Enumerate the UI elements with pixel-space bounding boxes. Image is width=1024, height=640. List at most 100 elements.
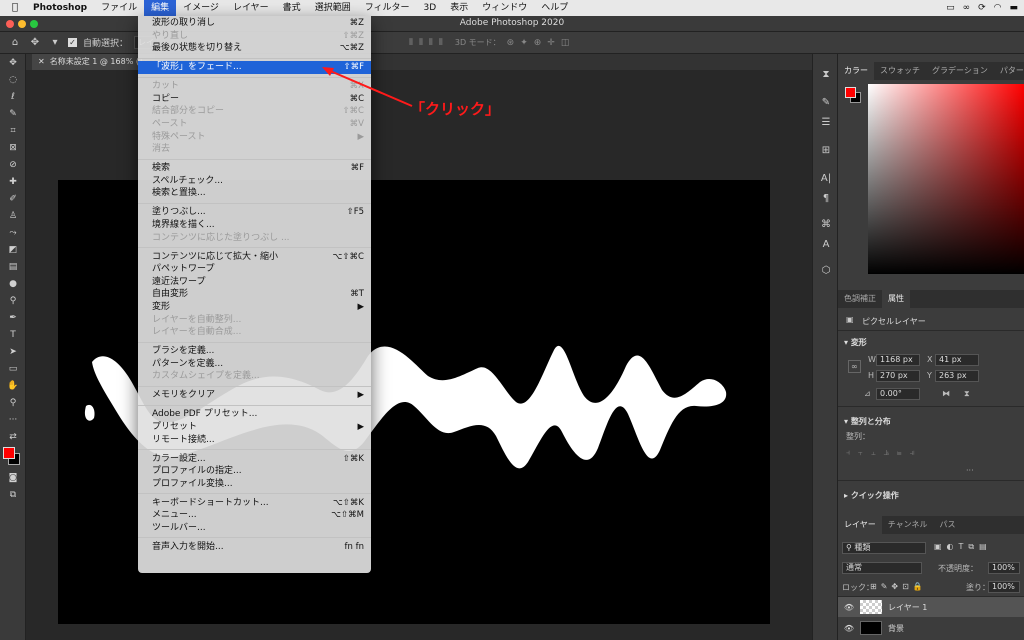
menu-item[interactable]: 最後の状態を切り替え ⌥⌘Z (138, 42, 371, 55)
visibility-eye-icon[interactable]: 👁 (838, 603, 860, 612)
menu-item[interactable]: プロファイル変換... (138, 478, 371, 491)
quick-select-tool-icon[interactable]: ✎ (0, 105, 26, 122)
menu-item[interactable]: 遠近法ワープ (138, 276, 371, 289)
layer-filter-icons[interactable]: ▣◐T⧉▤ (934, 542, 992, 552)
crop-tool-icon[interactable]: ⌗ (0, 122, 26, 139)
pen-tool-icon[interactable]: ✒ (0, 309, 26, 326)
more-tools-icon[interactable]: ··· (0, 411, 26, 428)
shape-tool-icon[interactable]: ▭ (0, 360, 26, 377)
quick-mask-icon[interactable]: ◙ (0, 469, 26, 486)
color-swatches[interactable] (0, 445, 25, 469)
creative-cloud-icon[interactable]: ∞ (963, 3, 971, 13)
tab-patterns[interactable]: パターン (994, 62, 1024, 80)
menu-edit[interactable]: 編集 (144, 0, 177, 16)
menu-filter[interactable]: フィルター (358, 0, 417, 16)
menu-item[interactable]: 音声入力を開始... fn fn (138, 541, 371, 554)
marquee-tool-icon[interactable]: ◌ (0, 71, 26, 88)
move-tool-icon[interactable]: ✥ (28, 36, 42, 50)
tab-color[interactable]: カラー (838, 62, 874, 80)
zoom-tool-icon[interactable]: ⚲ (0, 394, 26, 411)
menu-select[interactable]: 選択範囲 (308, 0, 358, 16)
3d-tool-icons[interactable]: ⊛✦⊕✛◫ (507, 38, 576, 48)
menu-window[interactable]: ウィンドウ (475, 0, 534, 16)
visibility-eye-icon[interactable]: 👁 (838, 624, 860, 633)
battery-icon[interactable]: ▬ (1009, 3, 1018, 13)
blur-tool-icon[interactable]: ● (0, 275, 26, 292)
eraser-tool-icon[interactable]: ◩ (0, 241, 26, 258)
x-field[interactable]: 41 px (935, 354, 979, 366)
menu-extra-icon[interactable]: ▭ (946, 3, 955, 13)
menu-item[interactable]: 自由変形 ⌘T (138, 288, 371, 301)
lock-icons[interactable]: ⊞✎✥⊡🔒 (870, 582, 927, 591)
foreground-color-swatch[interactable] (3, 447, 15, 459)
menu-item[interactable]: 境界線を描く... (138, 219, 371, 232)
link-dimensions-icon[interactable]: ∞ (848, 360, 861, 373)
apple-icon[interactable]:  (0, 0, 26, 16)
y-field[interactable]: 263 px (935, 370, 979, 382)
menu-item[interactable]: メニュー... ⌥⇧⌘M (138, 509, 371, 522)
color-picker-field[interactable] (868, 84, 1024, 274)
tab-swatches[interactable]: スウォッチ (874, 62, 926, 80)
hand-tool-icon[interactable]: ✋ (0, 377, 26, 394)
3d-panel-icon[interactable]: ⬡ (813, 260, 839, 280)
dodge-tool-icon[interactable]: ⚲ (0, 292, 26, 309)
angle-field[interactable]: 0.00° (876, 388, 920, 400)
checkbox-checked-icon[interactable]: ✓ (68, 38, 77, 47)
layer-filter-dropdown[interactable]: ⚲ 種類 (842, 542, 926, 554)
libraries-icon[interactable]: ⊞ (813, 140, 839, 160)
menu-item[interactable]: 検索と置換... (138, 187, 371, 200)
tab-paths[interactable]: パス (934, 516, 962, 534)
tab-gradients[interactable]: グラデーション (926, 62, 994, 80)
frame-tool-icon[interactable]: ⊠ (0, 139, 26, 156)
layer-row-background[interactable]: 👁 背景 (838, 618, 1024, 638)
history-panel-icon[interactable]: ⧗ (813, 64, 839, 84)
tab-properties[interactable]: 属性 (882, 290, 910, 308)
move-tool-icon[interactable]: ✥ (0, 54, 26, 71)
fill-field[interactable]: 100% (988, 581, 1020, 593)
menu-item[interactable]: スペルチェック... (138, 175, 371, 188)
home-icon[interactable]: ⌂ (8, 36, 22, 50)
history-brush-tool-icon[interactable]: ⤳ (0, 224, 26, 241)
opacity-field[interactable]: 100% (988, 562, 1020, 574)
menu-item[interactable]: コンテンツに応じて拡大・縮小 ⌥⇧⌘C (138, 251, 371, 264)
sync-icon[interactable]: ⟳ (978, 3, 986, 13)
paragraph-panel-icon[interactable]: ¶ (813, 188, 839, 208)
adjustments-icon[interactable]: ☰ (813, 112, 839, 132)
tab-adjustments[interactable]: 色調補正 (838, 290, 882, 308)
menu-item[interactable]: キーボードショートカット... ⌥⇧⌘K (138, 497, 371, 510)
more-options-icon[interactable]: ··· (966, 466, 974, 475)
flip-vertical-icon[interactable]: ⧗ (964, 389, 970, 399)
healing-brush-tool-icon[interactable]: ✚ (0, 173, 26, 190)
glyphs-icon[interactable]: ⌘ (813, 214, 839, 234)
menu-item[interactable]: カラー設定... ⇧⌘K (138, 453, 371, 466)
eyedropper-tool-icon[interactable]: ⊘ (0, 156, 26, 173)
align-buttons-icon[interactable]: ⫞⫟⫠⫡⫢⫣ (846, 448, 922, 458)
menu-type[interactable]: 書式 (276, 0, 308, 16)
menu-item[interactable]: パペットワープ (138, 263, 371, 276)
document-tab[interactable]: ✕ 名称未設定 1 @ 168% (レ (32, 54, 155, 70)
type-tool-icon[interactable]: T (0, 326, 26, 343)
align-icons[interactable]: ⦀⦀⦀⦀ (409, 38, 449, 48)
menu-item[interactable]: 塗りつぶし... ⇧F5 (138, 206, 371, 219)
screen-mode-icon[interactable]: ⧉ (0, 486, 26, 503)
close-tab-icon[interactable]: ✕ (38, 57, 45, 66)
gradient-tool-icon[interactable]: ▤ (0, 258, 26, 275)
clone-stamp-tool-icon[interactable]: ♙ (0, 207, 26, 224)
path-select-tool-icon[interactable]: ➤ (0, 343, 26, 360)
menu-layer[interactable]: レイヤー (226, 0, 276, 16)
menu-item[interactable]: プリセット ▶ (138, 421, 371, 434)
menu-item[interactable]: ブラシを定義... (138, 345, 371, 358)
height-field[interactable]: 270 px (876, 370, 920, 382)
menu-help[interactable]: ヘルプ (534, 0, 575, 16)
wifi-icon[interactable]: ◠ (994, 3, 1002, 13)
menu-item[interactable]: 検索 ⌘F (138, 162, 371, 175)
menu-item[interactable]: 波形の取り消し ⌘Z (138, 17, 371, 30)
brush-tool-icon[interactable]: ✐ (0, 190, 26, 207)
brush-settings-icon[interactable]: ✎ (813, 92, 839, 112)
tab-channels[interactable]: チャンネル (882, 516, 934, 534)
menu-app[interactable]: Photoshop (26, 0, 94, 16)
menu-item[interactable]: 変形 ▶ (138, 301, 371, 314)
tab-layers[interactable]: レイヤー (838, 516, 882, 534)
menu-item[interactable]: ツールバー... (138, 522, 371, 535)
menu-3d[interactable]: 3D (417, 0, 444, 16)
